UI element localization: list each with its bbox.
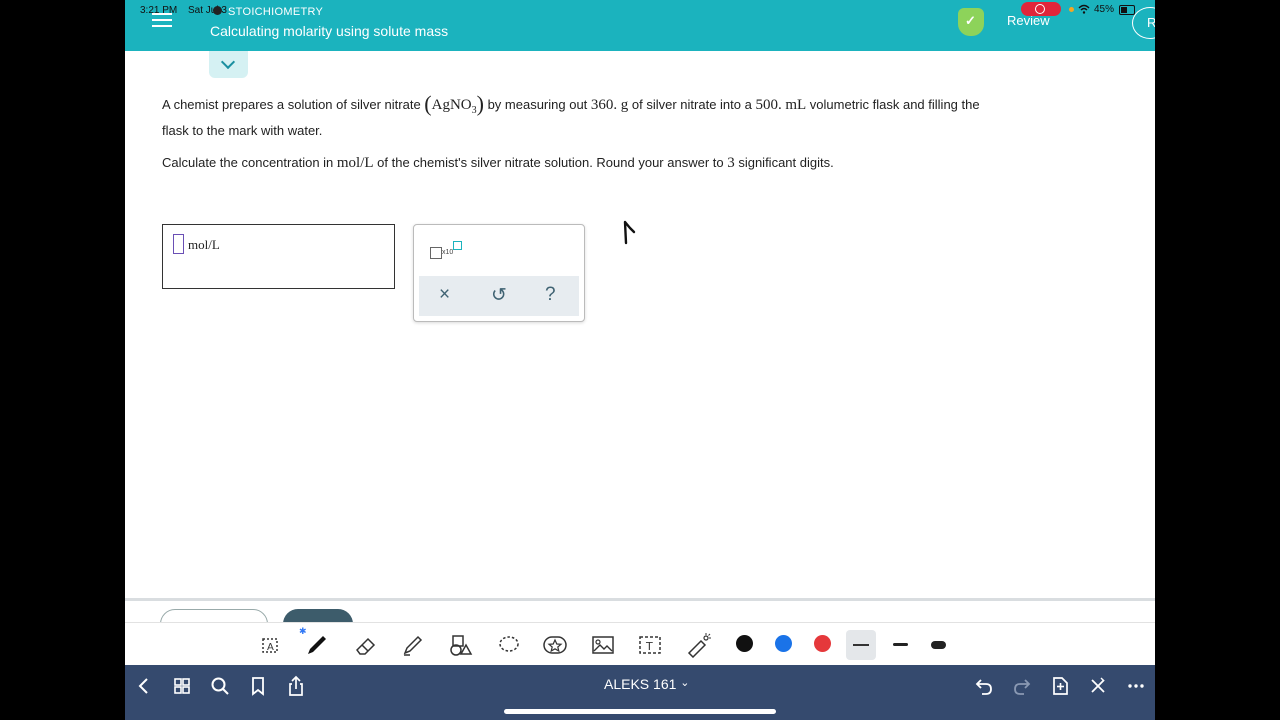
help-button[interactable]: ? — [545, 284, 556, 306]
screen-record-icon — [213, 6, 222, 15]
stroke-thick-button[interactable] — [928, 630, 950, 660]
shield-check-icon[interactable] — [958, 8, 984, 36]
shapes-icon[interactable] — [447, 632, 473, 658]
lasso-icon[interactable] — [496, 632, 522, 658]
topic-category: STOICHIOMETRY — [228, 6, 324, 18]
close-pen-icon[interactable] — [1087, 675, 1109, 697]
grid-icon[interactable] — [171, 675, 193, 697]
more-options-icon[interactable] — [1125, 675, 1147, 697]
problem-statement-line1: A chemist prepares a solution of silver … — [162, 91, 980, 116]
scientific-notation-button[interactable]: x10 — [428, 239, 468, 263]
answer-input[interactable] — [173, 234, 184, 254]
stroke-medium-button[interactable] — [890, 630, 912, 660]
answer-unit: mol/L — [188, 237, 220, 252]
pen-icon[interactable] — [304, 632, 330, 658]
sci-label: x10 — [442, 249, 454, 256]
share-icon[interactable] — [285, 675, 307, 697]
markup-toolbar: ✱ A T — [125, 622, 1155, 666]
text-box-icon[interactable]: T — [637, 632, 663, 658]
palette-action-bar: × ↺ ? — [419, 276, 579, 316]
pen-stroke-annotation — [623, 220, 636, 245]
formula: AgNO3 — [431, 97, 477, 116]
add-page-icon[interactable] — [1049, 675, 1071, 697]
image-icon[interactable] — [590, 632, 616, 658]
color-blue-swatch[interactable] — [775, 635, 792, 652]
flask-volume: 500. — [755, 97, 782, 113]
question-unit: mol/L — [336, 155, 374, 171]
page-title: Calculating molarity using solute mass — [210, 23, 449, 39]
avatar[interactable]: R — [1132, 7, 1155, 39]
undo-icon[interactable] — [973, 675, 995, 697]
menu-icon[interactable] — [152, 13, 172, 29]
eraser-icon[interactable] — [353, 632, 379, 658]
solute-mass: 360. — [590, 97, 618, 113]
sig-digits: 3 — [727, 155, 735, 171]
svg-text:T: T — [645, 640, 653, 653]
sci-base-box-icon — [430, 247, 442, 259]
sticker-icon[interactable] — [542, 632, 568, 658]
home-indicator[interactable] — [504, 709, 776, 714]
mic-indicator-icon — [1069, 7, 1074, 12]
answer-box: mol/L — [162, 224, 395, 289]
undo-button[interactable]: ↺ — [491, 284, 507, 307]
search-icon[interactable] — [209, 675, 231, 697]
stroke-thin-button[interactable] — [846, 630, 876, 660]
color-red-swatch[interactable] — [814, 635, 831, 652]
bookmark-icon[interactable] — [247, 675, 269, 697]
battery-icon — [1119, 5, 1135, 15]
problem-statement-line2: flask to the mark with water. — [162, 123, 323, 138]
clear-button[interactable]: × — [439, 284, 450, 306]
sci-exponent-box-icon — [453, 241, 462, 250]
app-header: 3:21 PM Sat Jul 3 STOICHIOMETRY Calculat… — [125, 0, 1155, 51]
app-nav-bar: ALEKS 161 ⌄ — [125, 665, 1155, 720]
app-screen: 3:21 PM Sat Jul 3 STOICHIOMETRY Calculat… — [125, 0, 1155, 720]
back-chevron-icon[interactable] — [133, 675, 155, 697]
question-text: Calculate the concentration in mol/L of … — [162, 155, 834, 171]
laser-pointer-icon[interactable] — [686, 632, 712, 659]
lasso-text-icon[interactable]: A — [258, 632, 284, 658]
avatar-initial: R — [1147, 15, 1155, 30]
recording-indicator-icon — [1021, 2, 1061, 16]
document-title: ALEKS 161 — [604, 676, 677, 692]
math-palette: x10 × ↺ ? — [413, 224, 585, 322]
battery-level: 45% — [1094, 4, 1115, 15]
footer-divider — [125, 598, 1155, 601]
svg-text:A: A — [267, 642, 274, 653]
chevron-down-icon: ⌄ — [680, 677, 690, 689]
collapse-chevron-icon[interactable] — [209, 51, 248, 78]
redo-icon[interactable] — [1011, 675, 1033, 697]
wifi-icon — [1078, 4, 1090, 17]
color-black-swatch[interactable] — [736, 635, 753, 652]
document-title-button[interactable]: ALEKS 161 ⌄ — [604, 676, 690, 692]
volume-unit: mL — [785, 97, 807, 113]
highlighter-icon[interactable] — [400, 632, 426, 658]
